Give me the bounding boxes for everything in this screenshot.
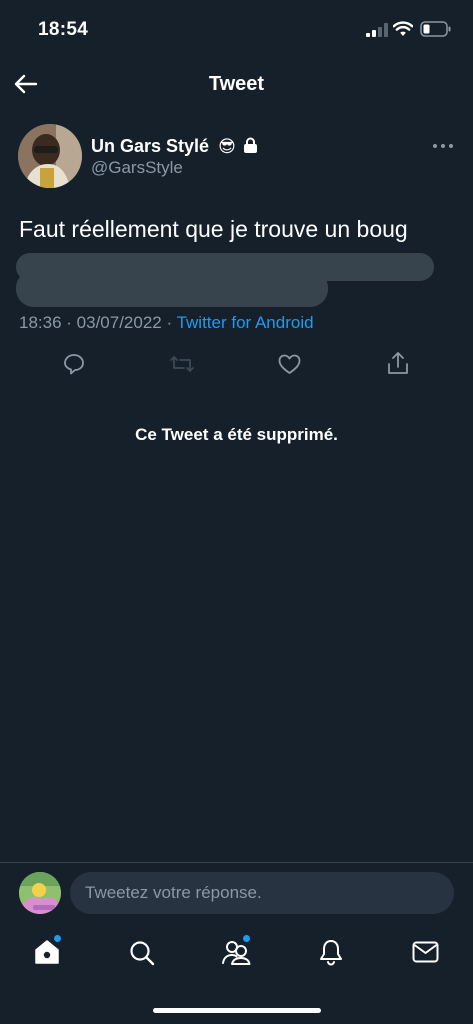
lock-icon [243,137,258,154]
messages-icon [412,941,439,963]
meta-separator: · [161,313,177,332]
share-icon [386,350,410,376]
tweet-metadata: 18:36 · 03/07/2022 · Twitter for Android [19,313,314,333]
tab-home[interactable] [33,938,61,966]
author-avatar[interactable] [18,124,82,188]
tab-communities[interactable] [221,938,251,966]
more-options-button[interactable] [432,140,454,152]
composer-divider [0,862,473,863]
author-name-text: Un Gars Stylé [91,136,210,156]
page-title: Tweet [208,73,265,95]
author-handle[interactable]: @GarsStyle [91,158,183,178]
cellular-signal-icon [366,23,388,37]
redacted-text-block [16,270,328,307]
meta-separator: · [61,313,77,332]
communities-icon [221,938,251,966]
tweet-date: 03/07/2022 [76,313,162,332]
reply-input[interactable]: Tweetez votre réponse. [70,872,454,914]
like-icon [277,352,302,376]
tab-messages[interactable] [412,941,439,963]
tab-notifications[interactable] [318,938,344,966]
current-user-avatar[interactable] [19,872,61,914]
sunglasses-emoji-icon: 😎 [218,137,236,156]
tweet-time: 18:36 [19,313,62,332]
notifications-icon [318,938,344,966]
home-indicator-bar[interactable] [153,1008,321,1013]
search-icon [128,939,156,967]
tab-search[interactable] [128,939,156,967]
retweet-icon [169,352,195,376]
deleted-tweet-notice: Ce Tweet a été supprimé. [135,425,338,444]
more-horizontal-icon [432,140,454,152]
retweet-button[interactable] [169,352,195,376]
tweet-source-link[interactable]: Twitter for Android [177,313,314,332]
tweet-text: Faut réellement que je trouve un boug [19,216,408,242]
battery-icon [420,21,451,37]
author-display-name[interactable]: Un Gars Stylé 😎 [91,136,236,157]
reply-icon [62,352,86,376]
reply-button[interactable] [62,352,86,376]
home-icon [33,938,61,966]
wifi-icon [393,21,413,37]
status-time: 18:54 [38,19,89,40]
like-button[interactable] [277,352,302,376]
reply-placeholder: Tweetez votre réponse. [85,883,262,902]
home-notification-dot [54,935,61,942]
share-button[interactable] [386,350,410,376]
communities-notification-dot [243,935,250,942]
